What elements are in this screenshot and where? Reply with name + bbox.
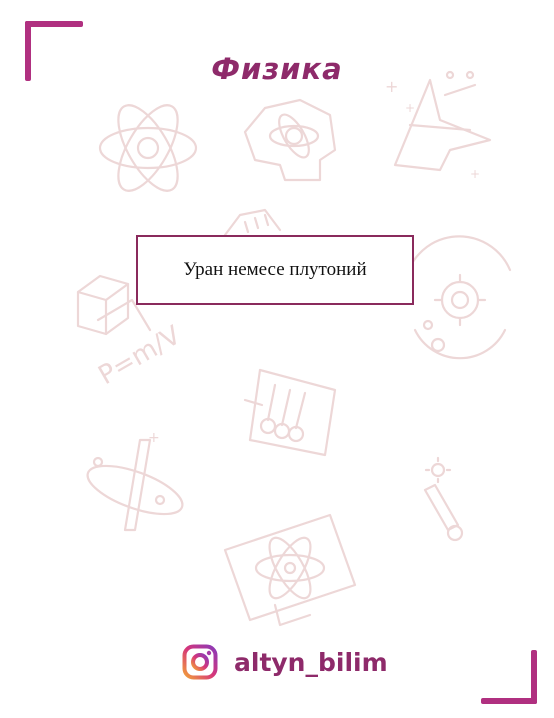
newtons-cradle-doodle-icon [243,368,337,457]
corner-bracket-bottom-right [481,698,537,704]
footer-social[interactable]: altyn_bilim [182,644,388,680]
thermometer-doodle-icon [423,456,464,542]
atom-doodle-icon [98,104,198,192]
corner-bracket-top-left [25,21,83,27]
svg-text:+: + [148,430,160,446]
page-title: Физика [211,52,343,86]
instagram-handle[interactable]: altyn_bilim [234,648,388,677]
physics-doodle-background: + + + P=m/V + [76,70,512,627]
svg-text:+: + [405,101,415,115]
star-doodle-icon: + + + [385,70,492,181]
answer-text: Уран немесе плутоний [183,259,367,280]
answer-card: Уран немесе плутоний [136,235,414,305]
corner-bracket-bottom-right [531,650,537,704]
svg-text:P=m/V: P=m/V [94,320,187,391]
ruler-doodle-icon [223,208,282,237]
head-idea-doodle-icon [243,98,337,182]
gear-doodle-icon [403,235,512,360]
monitor-atom-doodle-icon [223,513,357,627]
instagram-icon [182,644,218,680]
test-tube-doodle-icon: + [86,430,184,532]
svg-text:+: + [470,167,480,181]
